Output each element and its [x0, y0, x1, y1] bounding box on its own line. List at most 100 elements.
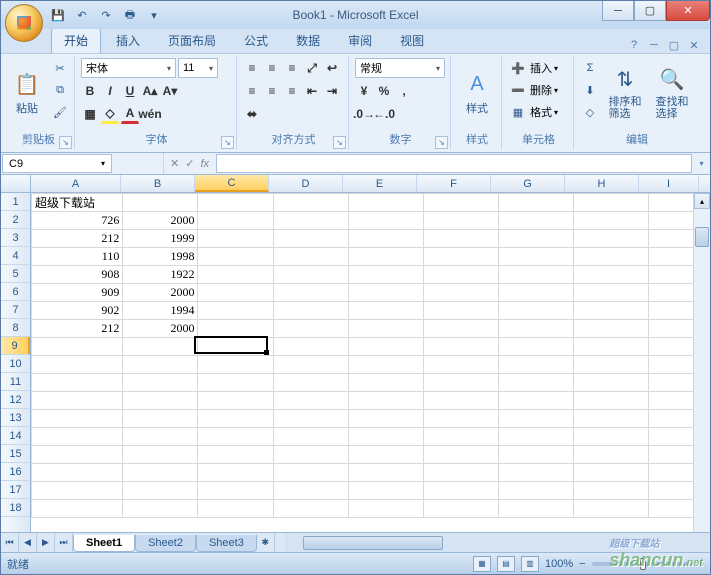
cell-E3[interactable] [348, 230, 423, 248]
cell-D1[interactable] [273, 194, 348, 212]
cell-B18[interactable] [123, 500, 198, 518]
col-header-F[interactable]: F [417, 175, 491, 192]
cell-B11[interactable] [123, 374, 198, 392]
tab-page-layout[interactable]: 页面布局 [155, 27, 229, 53]
cell-E11[interactable] [348, 374, 423, 392]
cell-H9[interactable] [573, 338, 648, 356]
delete-label[interactable]: 删除 [530, 82, 552, 98]
italic-button[interactable]: I [101, 81, 119, 101]
increase-indent-icon[interactable]: ⇥ [323, 81, 341, 101]
cell-E7[interactable] [348, 302, 423, 320]
cell-H18[interactable] [573, 500, 648, 518]
format-label[interactable]: 格式 [530, 104, 552, 120]
cell-G10[interactable] [498, 356, 573, 374]
cell-E18[interactable] [348, 500, 423, 518]
wrap-text-icon[interactable]: ↩ [323, 58, 341, 78]
cell-G9[interactable] [498, 338, 573, 356]
cell-G15[interactable] [498, 446, 573, 464]
cell-D8[interactable] [273, 320, 348, 338]
cell-F15[interactable] [423, 446, 498, 464]
cell-B17[interactable] [123, 482, 198, 500]
orientation-icon[interactable]: ⤢ [303, 58, 321, 78]
minimize-ribbon-icon[interactable]: ─ [646, 37, 662, 53]
prev-sheet-icon[interactable]: ◀ [19, 533, 37, 552]
cell-D2[interactable] [273, 212, 348, 230]
grow-font-icon[interactable]: A▴ [141, 81, 159, 101]
row-header-2[interactable]: 2 [1, 211, 30, 229]
percent-icon[interactable]: % [375, 81, 393, 101]
cell-D9[interactable] [273, 338, 348, 356]
cell-H13[interactable] [573, 410, 648, 428]
cell-F5[interactable] [423, 266, 498, 284]
cell-E8[interactable] [348, 320, 423, 338]
enter-formula-icon[interactable]: ✓ [185, 157, 194, 170]
quickprint-icon[interactable]: 🖶 [119, 5, 141, 25]
sheet-tab-1[interactable]: Sheet1 [73, 535, 135, 552]
cell-C11[interactable] [198, 374, 273, 392]
cell-A6[interactable]: 909 [32, 284, 123, 302]
cell-G3[interactable] [498, 230, 573, 248]
number-format-combo[interactable]: 常规▾ [355, 58, 445, 78]
cell-A12[interactable] [32, 392, 123, 410]
cell-B4[interactable]: 1998 [123, 248, 198, 266]
insert-label[interactable]: 插入 [530, 60, 552, 76]
sheet-tab-2[interactable]: Sheet2 [135, 535, 196, 552]
cell-E9[interactable] [348, 338, 423, 356]
cell-B6[interactable]: 2000 [123, 284, 198, 302]
cell-G16[interactable] [498, 464, 573, 482]
row-header-13[interactable]: 13 [1, 409, 30, 427]
cell-D10[interactable] [273, 356, 348, 374]
expand-formula-bar-icon[interactable]: ▾ [693, 153, 710, 174]
zoom-knob[interactable] [640, 558, 646, 570]
cell-C16[interactable] [198, 464, 273, 482]
last-sheet-icon[interactable]: ⏭ [55, 533, 73, 552]
cell-F6[interactable] [423, 284, 498, 302]
font-name-combo[interactable]: 宋体▾ [81, 58, 176, 78]
cell-D6[interactable] [273, 284, 348, 302]
cell-C4[interactable] [198, 248, 273, 266]
zoom-level[interactable]: 100% [545, 558, 573, 570]
cell-A16[interactable] [32, 464, 123, 482]
cell-E16[interactable] [348, 464, 423, 482]
decrease-decimal-icon[interactable]: ←.0 [375, 104, 393, 124]
cell-A2[interactable]: 726 [32, 212, 123, 230]
cell-E6[interactable] [348, 284, 423, 302]
row-header-3[interactable]: 3 [1, 229, 30, 247]
restore-workbook-icon[interactable]: ▢ [666, 37, 682, 53]
cell-A8[interactable]: 212 [32, 320, 123, 338]
cell-A3[interactable]: 212 [32, 230, 123, 248]
col-header-C[interactable]: C [195, 175, 269, 192]
cell-styles-button[interactable]: A 样式 [457, 58, 497, 128]
format-cells-icon[interactable]: ▦ [508, 102, 528, 122]
cell-D5[interactable] [273, 266, 348, 284]
cell-H4[interactable] [573, 248, 648, 266]
shrink-font-icon[interactable]: A▾ [161, 81, 179, 101]
cell-H11[interactable] [573, 374, 648, 392]
delete-cells-icon[interactable]: ➖ [508, 80, 528, 100]
cell-B15[interactable] [123, 446, 198, 464]
col-header-I[interactable]: I [639, 175, 699, 192]
tab-review[interactable]: 审阅 [335, 27, 385, 53]
cell-G7[interactable] [498, 302, 573, 320]
cell-E12[interactable] [348, 392, 423, 410]
row-header-18[interactable]: 18 [1, 499, 30, 517]
font-size-combo[interactable]: 11▾ [178, 58, 218, 78]
cell-H3[interactable] [573, 230, 648, 248]
alignment-launcher-icon[interactable]: ↘ [333, 136, 346, 149]
fill-icon[interactable]: ⬇ [580, 80, 600, 100]
page-break-view-icon[interactable]: ▥ [521, 556, 539, 572]
col-header-E[interactable]: E [343, 175, 417, 192]
cell-C10[interactable] [198, 356, 273, 374]
cell-G17[interactable] [498, 482, 573, 500]
cell-F12[interactable] [423, 392, 498, 410]
tab-insert[interactable]: 插入 [103, 27, 153, 53]
cell-D7[interactable] [273, 302, 348, 320]
office-button[interactable] [5, 4, 43, 42]
row-header-1[interactable]: 1 [1, 193, 30, 211]
align-left-icon[interactable]: ≡ [243, 81, 261, 101]
decrease-indent-icon[interactable]: ⇤ [303, 81, 321, 101]
zoom-slider[interactable] [592, 562, 692, 566]
minimize-button[interactable]: ─ [602, 1, 634, 21]
cell-G1[interactable] [498, 194, 573, 212]
cell-D16[interactable] [273, 464, 348, 482]
